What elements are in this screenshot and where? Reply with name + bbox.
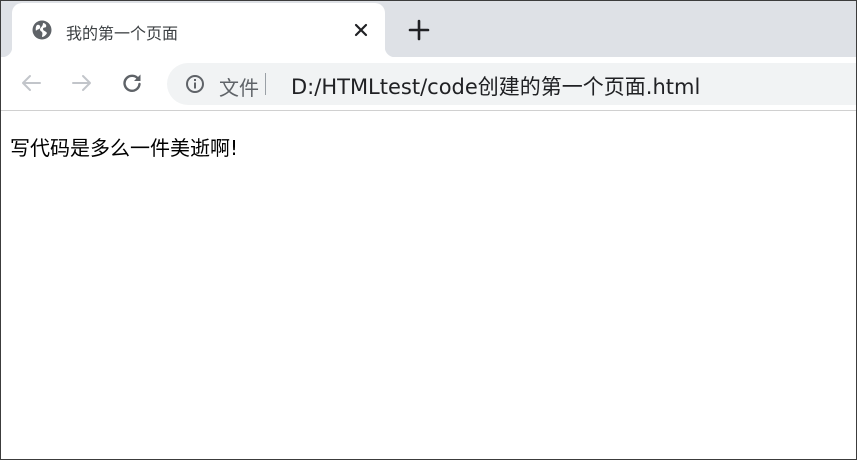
tab-strip: 我的第一个页面 — [1, 1, 856, 57]
tab-active[interactable]: 我的第一个页面 — [2, 3, 395, 57]
arrow-right-icon — [72, 75, 91, 91]
arrow-left-icon — [22, 75, 41, 91]
url-text[interactable]: D:/HTMLtest/code创建的第一个页面.html — [291, 71, 700, 101]
security-label: 文件 — [219, 76, 259, 100]
browser-toolbar: 文件 D:/HTMLtest/code创建的第一个页面.html — [1, 57, 856, 111]
page-content: 写代码是多么一件美逝啊! — [1, 112, 856, 459]
close-icon — [354, 23, 368, 37]
info-icon[interactable] — [185, 74, 205, 94]
address-bar[interactable]: 文件 D:/HTMLtest/code创建的第一个页面.html — [167, 63, 856, 105]
globe-icon — [31, 19, 53, 41]
back-button[interactable] — [18, 70, 44, 96]
new-tab-button[interactable] — [406, 17, 432, 43]
tab-title: 我的第一个页面 — [66, 24, 179, 43]
page-body-text: 写代码是多么一件美逝啊! — [10, 136, 239, 160]
reload-icon — [123, 74, 141, 92]
reload-button[interactable] — [119, 70, 145, 96]
plus-icon — [408, 19, 430, 41]
omnibox-divider — [265, 73, 266, 95]
browser-window: 我的第一个页面 文件 D:/HTMLtest/code创建的第一个页面.html… — [0, 0, 857, 460]
forward-button[interactable] — [69, 70, 95, 96]
close-tab-button[interactable] — [350, 19, 372, 41]
